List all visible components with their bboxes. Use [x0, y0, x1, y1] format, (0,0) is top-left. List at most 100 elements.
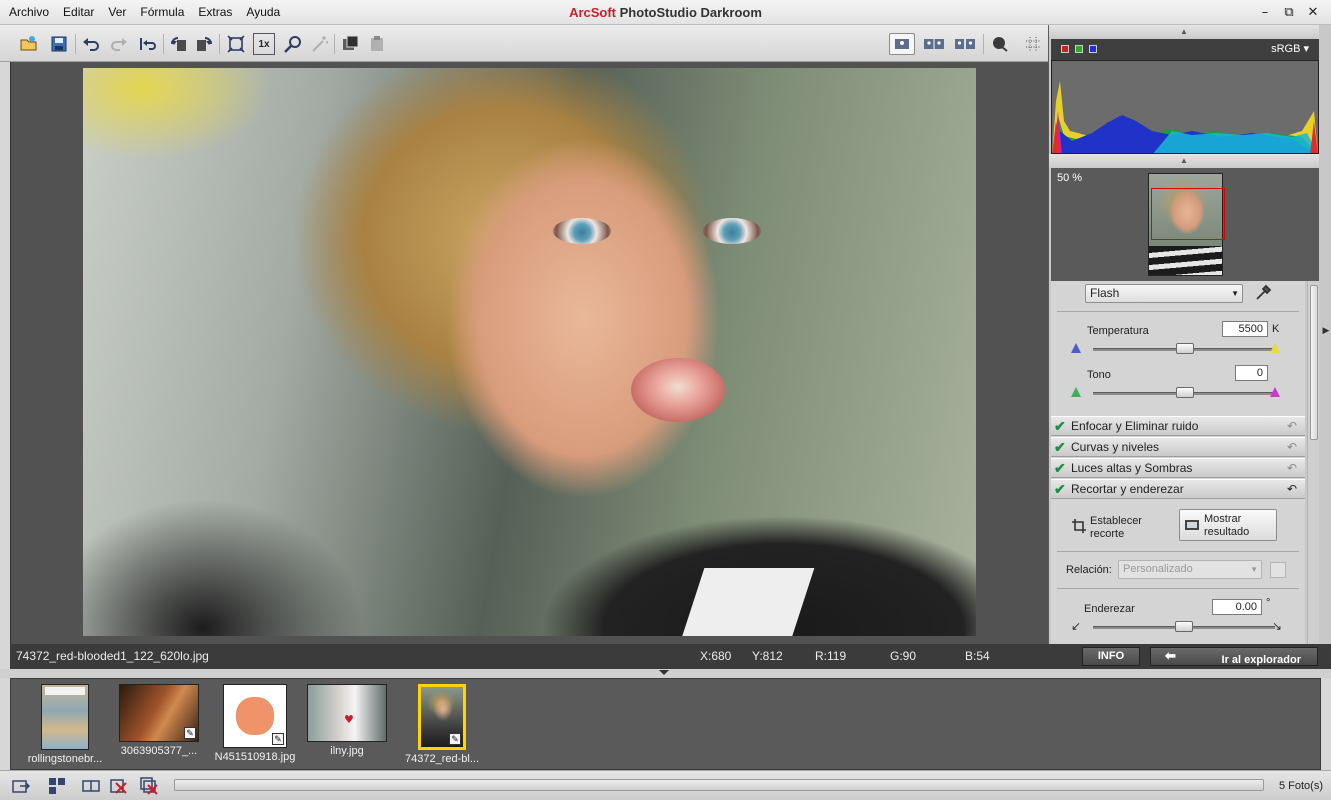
thumbnail[interactable]: rollingstonebr...	[17, 684, 113, 765]
reset-icon[interactable]: ↶	[1287, 438, 1297, 457]
single-view-icon[interactable]	[889, 33, 915, 55]
enabled-check-icon[interactable]: ✔	[1054, 461, 1066, 476]
save-icon[interactable]	[48, 33, 70, 55]
warm-end-icon	[1270, 343, 1280, 353]
panel-scrollbar-thumb[interactable]	[1310, 285, 1318, 440]
side-by-side-view-icon[interactable]	[952, 33, 978, 55]
section-title: Curvas y niveles	[1071, 440, 1160, 454]
straighten-slider-handle[interactable]	[1175, 621, 1193, 632]
thumbnail[interactable]: ✎ N451510918.jpg	[208, 684, 302, 763]
panel-scrollbar[interactable]	[1307, 281, 1319, 644]
color-space-dropdown[interactable]: sRGB ▾	[1271, 39, 1309, 60]
mask-icon[interactable]	[989, 33, 1011, 55]
enabled-check-icon[interactable]: ✔	[1054, 440, 1066, 455]
navigator-viewport-frame[interactable]	[1151, 188, 1225, 240]
status-g: G:90	[890, 649, 917, 663]
photo-preview[interactable]	[83, 68, 976, 636]
navigator: 50 %	[1051, 168, 1319, 281]
actual-size-icon[interactable]: 1x	[253, 33, 275, 55]
tone-input[interactable]: 0	[1235, 365, 1268, 381]
thumbnail-image: ✎	[418, 684, 466, 750]
navigator-collapse-handle[interactable]: ▲	[1049, 154, 1319, 168]
status-x: X:680	[700, 649, 732, 663]
panel-expand-icon[interactable]: ▶	[1320, 315, 1331, 345]
compare-icon[interactable]	[82, 777, 102, 795]
section-sharpen-noise[interactable]: ✔ Enfocar y Eliminar ruido ↶	[1051, 416, 1305, 436]
toolbar-separator	[163, 34, 164, 54]
explorer-button[interactable]: ⬅ Ir al explorador	[1150, 647, 1318, 666]
close-button[interactable]: ✕	[1301, 3, 1325, 23]
thumbnail-selected[interactable]: ✎ 74372_red-bl...	[395, 684, 489, 765]
section-highlights-shadows[interactable]: ✔ Luces altas y Sombras ↶	[1051, 458, 1305, 478]
section-crop-straighten[interactable]: ✔ Recortar y enderezar ↶	[1051, 479, 1305, 499]
reset-icon[interactable]: ↶	[1287, 459, 1297, 478]
ratio-dropdown[interactable]: Personalizado ▼	[1118, 560, 1262, 579]
menu-bar: Archivo Editar Ver Fórmula Extras Ayuda	[0, 0, 1331, 25]
preview-icon	[1185, 520, 1199, 530]
green-end-icon	[1071, 387, 1081, 397]
eyedropper-icon[interactable]	[1254, 284, 1272, 302]
redo-icon[interactable]	[108, 33, 130, 55]
ratio-swap-icon[interactable]	[1270, 562, 1286, 578]
menu-archivo[interactable]: Archivo	[0, 0, 56, 25]
adjustments-panel: Flash ▼ Temperatura 5500 K Tono 0 ✔ Enfo…	[1051, 281, 1305, 644]
enabled-check-icon[interactable]: ✔	[1054, 419, 1066, 434]
temperature-unit: K	[1272, 323, 1280, 335]
show-result-button[interactable]: Mostrar resultado	[1179, 509, 1277, 541]
ratio-value: Personalizado	[1123, 563, 1193, 575]
info-button[interactable]: INFO	[1082, 647, 1140, 666]
divider	[1057, 311, 1299, 312]
set-crop-label-1: Establecer	[1090, 515, 1142, 527]
open-folder-icon[interactable]	[18, 33, 40, 55]
remove-all-icon[interactable]	[140, 777, 160, 795]
right-panel: ▲ sRGB ▾ ▲ 50 % Flash ▼ Temperatura 5500…	[1048, 25, 1331, 644]
white-balance-dropdown[interactable]: Flash ▼	[1085, 284, 1243, 303]
red-channel-swatch[interactable]	[1061, 45, 1069, 53]
section-curves-levels[interactable]: ✔ Curvas y niveles ↶	[1051, 437, 1305, 457]
filmstrip-collapse-handle[interactable]	[0, 669, 1331, 678]
toolbar: 1x	[0, 25, 1050, 62]
paste-settings-icon[interactable]	[366, 33, 388, 55]
reset-icon[interactable]: ↶	[1287, 480, 1297, 499]
image-canvas[interactable]	[10, 62, 1048, 644]
chevron-up-icon: ▲	[1180, 27, 1188, 36]
green-channel-swatch[interactable]	[1075, 45, 1083, 53]
reset-icon[interactable]: ↶	[1287, 417, 1297, 436]
import-icon[interactable]	[12, 777, 32, 795]
thumbnail[interactable]: ♥ ilny.jpg	[305, 684, 389, 757]
thumbnail[interactable]: ✎ 3063905377_...	[117, 684, 201, 757]
restore-button[interactable]: ⧉	[1277, 3, 1301, 23]
revert-icon[interactable]	[137, 33, 159, 55]
rotate-right-icon[interactable]	[193, 33, 215, 55]
histogram-collapse-handle[interactable]: ▲	[1049, 25, 1319, 39]
enabled-check-icon[interactable]: ✔	[1054, 482, 1066, 497]
temperature-input[interactable]: 5500	[1222, 321, 1268, 337]
chevron-up-icon: ▲	[1180, 156, 1188, 165]
split-view-icon[interactable]	[921, 33, 947, 55]
filmstrip-scrollbar[interactable]	[174, 779, 1264, 791]
minimize-button[interactable]: –	[1253, 3, 1277, 23]
zoom-icon[interactable]	[282, 33, 304, 55]
undo-icon[interactable]	[80, 33, 102, 55]
menu-editar[interactable]: Editar	[56, 0, 101, 25]
menu-formula[interactable]: Fórmula	[133, 0, 191, 25]
thumbnail-image: ♥	[307, 684, 387, 742]
tone-slider-handle[interactable]	[1176, 387, 1194, 398]
histogram-header: sRGB ▾	[1051, 39, 1319, 60]
menu-extras[interactable]: Extras	[191, 0, 239, 25]
window-controls: – ⧉ ✕	[1253, 0, 1325, 25]
fit-screen-icon[interactable]	[225, 33, 247, 55]
menu-ayuda[interactable]: Ayuda	[239, 0, 287, 25]
menu-ver[interactable]: Ver	[101, 0, 133, 25]
magic-wand-icon[interactable]	[309, 33, 331, 55]
copy-settings-icon[interactable]	[340, 33, 362, 55]
blue-channel-swatch[interactable]	[1089, 45, 1097, 53]
set-crop-button[interactable]: Establecer recorte	[1069, 513, 1173, 543]
straighten-input[interactable]: 0.00	[1212, 599, 1262, 615]
rotate-left-icon[interactable]	[168, 33, 190, 55]
grid-icon[interactable]	[1022, 33, 1044, 55]
batch-icon[interactable]	[48, 777, 68, 795]
toolbar-separator	[983, 34, 984, 54]
remove-icon[interactable]	[110, 777, 130, 795]
temperature-slider-handle[interactable]	[1176, 343, 1194, 354]
